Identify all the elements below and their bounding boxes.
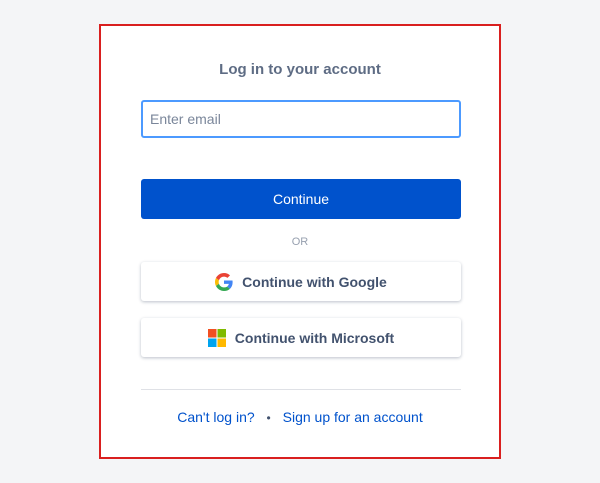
footer-separator: • [266, 411, 271, 425]
page-title: Log in to your account [219, 61, 381, 78]
cant-login-link[interactable]: Can't log in? [177, 409, 254, 425]
login-card: Log in to your account Continue OR Conti… [99, 24, 501, 459]
continue-with-microsoft-button[interactable]: Continue with Microsoft [141, 318, 461, 357]
microsoft-button-label: Continue with Microsoft [234, 329, 395, 346]
sign-up-link[interactable]: Sign up for an account [283, 409, 423, 425]
continue-button[interactable]: Continue [141, 179, 461, 219]
google-button-label: Continue with Google [242, 273, 387, 290]
footer-links: Can't log in? • Sign up for an account [101, 409, 499, 425]
footer-divider [141, 389, 461, 390]
email-field[interactable] [141, 100, 461, 138]
google-icon [215, 272, 233, 291]
or-divider-label: OR [291, 236, 309, 248]
continue-with-google-button[interactable]: Continue with Google [141, 262, 461, 301]
microsoft-icon [207, 328, 226, 347]
